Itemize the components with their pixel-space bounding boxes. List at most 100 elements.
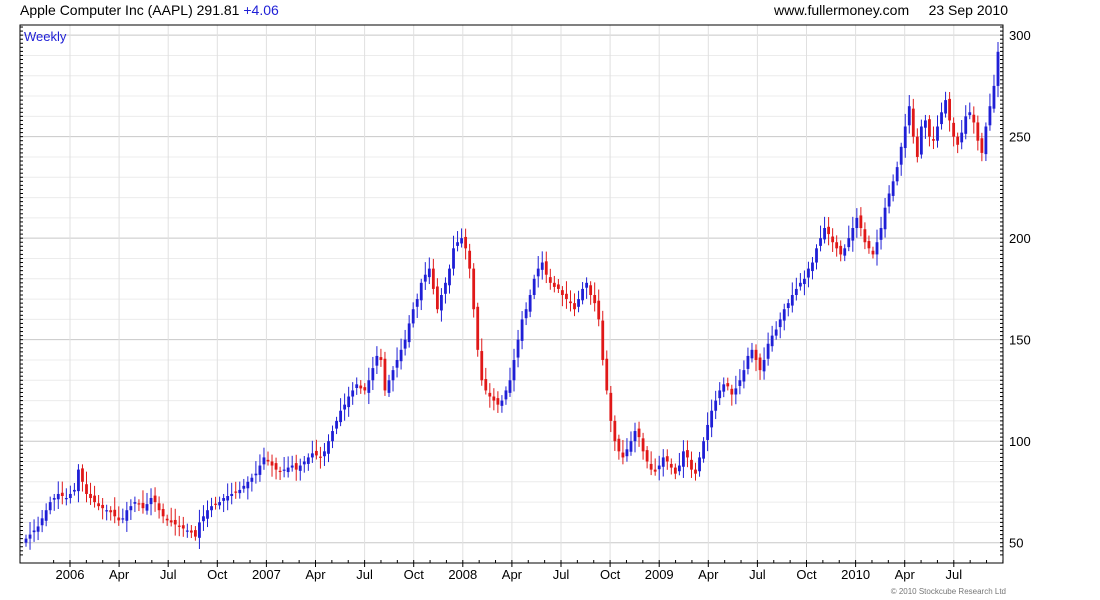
candle bbox=[472, 263, 476, 318]
candle bbox=[60, 481, 64, 505]
candle bbox=[234, 481, 238, 499]
candle bbox=[468, 243, 472, 279]
x-tick-label: Jul bbox=[356, 567, 373, 582]
candle bbox=[145, 492, 149, 515]
candle bbox=[254, 461, 258, 484]
candle bbox=[746, 347, 750, 375]
candle bbox=[593, 282, 597, 312]
candle bbox=[444, 277, 447, 304]
candle bbox=[185, 523, 189, 538]
candle bbox=[899, 142, 903, 176]
candle bbox=[64, 488, 68, 506]
candle bbox=[988, 93, 992, 131]
candle bbox=[81, 464, 84, 492]
copyright-text: © 2010 Stockcube Research Ltd bbox=[891, 587, 1006, 596]
candle bbox=[831, 228, 835, 252]
candle bbox=[694, 462, 697, 481]
candle bbox=[242, 478, 246, 493]
candle bbox=[218, 496, 221, 510]
candle bbox=[181, 516, 185, 537]
candle bbox=[371, 356, 375, 391]
candle bbox=[222, 493, 226, 513]
candle bbox=[117, 506, 121, 526]
candle bbox=[210, 497, 213, 518]
candle bbox=[633, 422, 637, 453]
candle bbox=[851, 216, 855, 252]
candle bbox=[972, 106, 976, 134]
x-tick-label: 2007 bbox=[252, 567, 281, 582]
candle bbox=[137, 499, 141, 512]
candle bbox=[565, 281, 568, 309]
candle bbox=[226, 483, 230, 511]
candle bbox=[641, 432, 645, 460]
x-tick-label: Jul bbox=[945, 567, 962, 582]
candle bbox=[431, 258, 435, 295]
candle bbox=[193, 526, 197, 541]
candle bbox=[153, 487, 157, 512]
candle bbox=[726, 377, 730, 391]
candle bbox=[512, 348, 516, 392]
candle bbox=[742, 360, 746, 389]
x-tick-label: Jul bbox=[160, 567, 177, 582]
candle bbox=[827, 217, 831, 246]
candle bbox=[798, 273, 802, 291]
candle bbox=[883, 197, 887, 238]
candle bbox=[778, 312, 782, 339]
y-tick-label: 100 bbox=[1009, 434, 1031, 449]
candle bbox=[738, 369, 742, 395]
candle bbox=[161, 503, 165, 524]
price-chart: 50 100 150 200 250 300 2006 Apr Jul Oct 2007 Apr Jul… bbox=[19, 24, 1031, 596]
candle bbox=[319, 446, 322, 469]
candle bbox=[710, 399, 714, 438]
candle bbox=[28, 521, 32, 550]
candle bbox=[686, 440, 689, 468]
candle bbox=[97, 494, 100, 511]
candle bbox=[133, 496, 137, 513]
candle bbox=[101, 498, 105, 520]
y-tick-label: 300 bbox=[1009, 28, 1031, 43]
x-tick-label: Oct bbox=[207, 567, 228, 582]
candle bbox=[484, 367, 488, 395]
candle bbox=[698, 451, 701, 477]
candle bbox=[928, 115, 931, 147]
candle bbox=[556, 278, 560, 293]
candle bbox=[649, 451, 653, 476]
candle bbox=[815, 244, 818, 270]
candle bbox=[238, 481, 242, 499]
candle bbox=[617, 434, 621, 460]
candle bbox=[569, 290, 572, 312]
candle bbox=[859, 207, 863, 237]
candle bbox=[682, 440, 685, 478]
candle bbox=[661, 449, 665, 477]
x-tick-label: Oct bbox=[404, 567, 425, 582]
candle bbox=[72, 483, 76, 496]
y-tick-label: 150 bbox=[1009, 333, 1031, 348]
candle bbox=[819, 225, 822, 252]
candle bbox=[306, 453, 310, 471]
candle bbox=[456, 231, 459, 252]
candle bbox=[573, 293, 576, 317]
candle bbox=[932, 126, 935, 150]
candle bbox=[520, 311, 524, 350]
candle bbox=[871, 246, 875, 259]
x-tick-label: Apr bbox=[895, 567, 916, 582]
x-tick-label: 2008 bbox=[448, 567, 477, 582]
x-tick-label: Apr bbox=[698, 567, 719, 582]
candle bbox=[492, 388, 496, 411]
candle bbox=[363, 383, 367, 395]
candle bbox=[56, 481, 60, 509]
x-tick-label: Jul bbox=[749, 567, 766, 582]
candle bbox=[266, 451, 270, 466]
candle bbox=[577, 290, 580, 313]
candle bbox=[383, 351, 387, 396]
candle bbox=[250, 473, 254, 492]
candle bbox=[948, 91, 952, 132]
candle bbox=[310, 440, 314, 463]
x-tick-label: Apr bbox=[109, 567, 130, 582]
candle bbox=[335, 416, 338, 435]
candle bbox=[940, 102, 943, 130]
candle bbox=[331, 425, 334, 449]
candle bbox=[758, 353, 762, 380]
candle bbox=[302, 456, 306, 473]
candle bbox=[85, 471, 88, 503]
